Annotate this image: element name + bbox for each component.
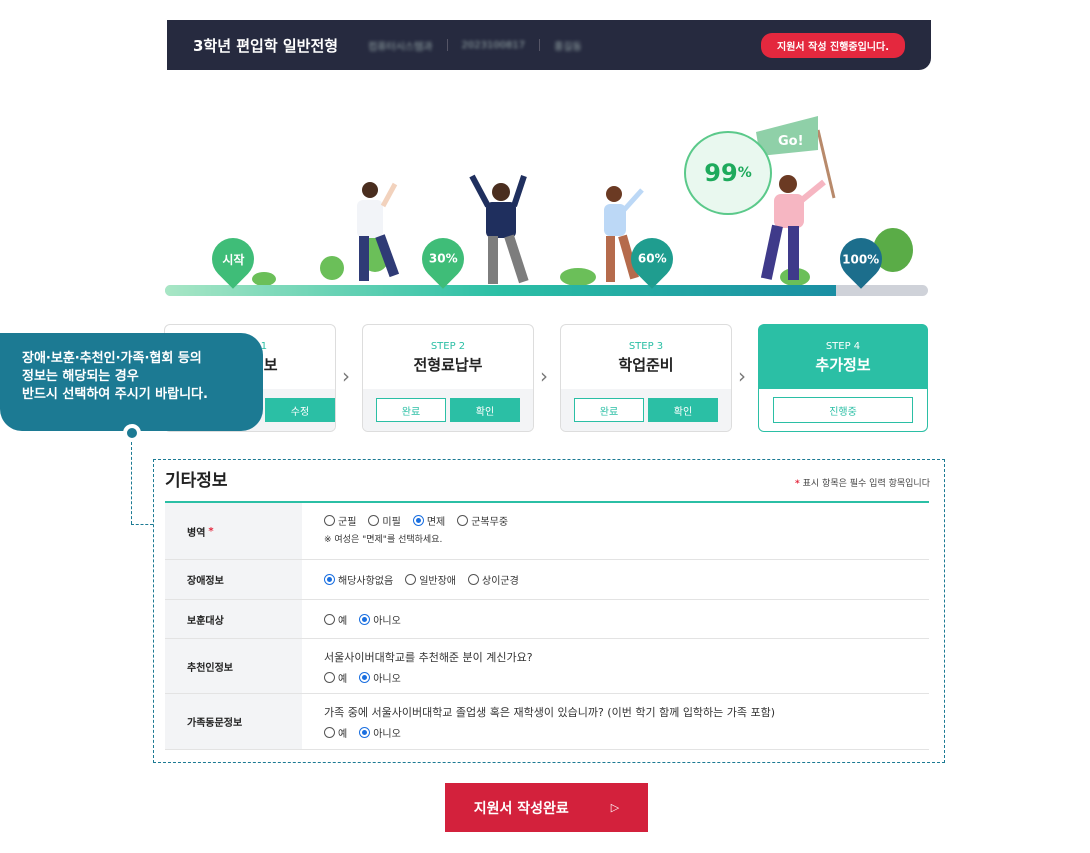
step-name: 추가정보 (815, 356, 871, 374)
required-note: * 표시 항목은 필수 입력 항목입니다 (795, 479, 930, 489)
radio-veteran-no[interactable]: 아니오 (359, 612, 401, 627)
student-figure (469, 174, 529, 284)
step-name: 전형료납부 (413, 356, 483, 374)
confirm-button[interactable]: 확인 (450, 398, 520, 422)
radio-disability-general[interactable]: 일반장애 (405, 572, 456, 587)
meta-department: 컴퓨터시스템과 (368, 41, 433, 53)
play-icon: ▷ (610, 801, 620, 814)
tooltip-line: 반드시 선택하여 주시기 바랍니다. (22, 387, 208, 402)
step-label: STEP 4 (825, 341, 861, 352)
student-figure (357, 182, 400, 281)
complete-button[interactable]: 완료 (376, 398, 446, 422)
info-tooltip: 장애·보훈·추천인·가족·협회 등의 정보는 해당되는 경우 반드시 선택하여 … (0, 333, 263, 431)
radio-veteran-yes[interactable]: 예 (324, 612, 347, 627)
tooltip-line: 정보는 해당되는 경우 (22, 369, 139, 384)
bush (252, 272, 276, 286)
form-row-disability: 장애정보 해당사항없음 일반장애 상이군경 (165, 560, 929, 600)
referrer-question: 서울사이버대학교를 추천해준 분이 계신가요? (324, 651, 533, 664)
marker-30: 30% (413, 229, 473, 289)
chevron-right-icon: › (540, 364, 548, 388)
radio-disability-veteran[interactable]: 상이군경 (468, 572, 519, 587)
divider (446, 39, 448, 51)
radio-disability-none[interactable]: 해당사항없음 (324, 572, 393, 587)
military-options: 군필 미필 면제 군복무중 (324, 513, 508, 528)
bush (560, 268, 596, 286)
connector-line (131, 524, 153, 525)
top-banner: 3학년 편입학 일반전형 컴퓨터시스템과 2023100817 홍길동 지원서 … (167, 20, 931, 70)
percent-bubble: 99% (684, 131, 772, 215)
connector-line (131, 442, 132, 524)
tooltip-line: 장애·보훈·추천인·가족·협회 등의 (22, 351, 202, 366)
step-name: 학업준비 (618, 356, 674, 374)
connector-dot (123, 424, 141, 442)
radio-referrer-yes[interactable]: 예 (324, 670, 347, 685)
flag-text: Go! (778, 134, 804, 149)
radio-military-serving[interactable]: 군복무중 (457, 513, 508, 528)
meta-id: 2023100817 (461, 39, 526, 51)
extra-info-section: 기타정보 * 표시 항목은 필수 입력 항목입니다 병역 * 군필 미필 면제 군… (153, 459, 945, 763)
family-question: 가족 중에 서울사이버대학교 졸업생 혹은 재학생이 있습니까? (이번 학기 … (324, 706, 776, 719)
in-progress-button[interactable]: 진행중 (773, 397, 913, 423)
form-row-veteran: 보훈대상 예 아니오 (165, 600, 929, 639)
percent-value: 99 (704, 159, 738, 187)
confirm-button[interactable]: 확인 (648, 398, 718, 422)
chevron-right-icon: › (738, 364, 746, 388)
progress-track (165, 285, 928, 296)
radio-military-done[interactable]: 군필 (324, 513, 356, 528)
chevron-right-icon: › (342, 364, 350, 388)
percent-sign: % (737, 165, 752, 181)
meta-name: 홍길동 (554, 41, 582, 53)
row-label: 추천인정보 (165, 639, 302, 693)
row-label: 장애정보 (165, 560, 302, 599)
divider (539, 39, 541, 51)
form-row-referrer: 추천인정보 서울사이버대학교를 추천해준 분이 계신가요? 예 아니오 (165, 639, 929, 694)
edit-button[interactable]: 수정 (265, 398, 335, 422)
radio-referrer-no[interactable]: 아니오 (359, 670, 401, 685)
tree (320, 256, 344, 280)
page-title: 3학년 편입학 일반전형 (193, 36, 339, 55)
form-table: 병역 * 군필 미필 면제 군복무중 ※ 여성은 "면제"를 선택하세요. 장애정… (165, 501, 929, 750)
step-2-card: STEP 2 전형료납부 완료 확인 (362, 324, 534, 432)
radio-family-yes[interactable]: 예 (324, 725, 347, 740)
submit-label: 지원서 작성완료 (473, 800, 569, 817)
step-4-card: STEP 4 추가정보 진행중 (758, 324, 928, 432)
form-row-family: 가족동문정보 가족 중에 서울사이버대학교 졸업생 혹은 재학생이 있습니까? … (165, 694, 929, 750)
radio-military-not-done[interactable]: 미필 (368, 513, 401, 528)
progress-fill (165, 285, 837, 296)
row-label: 보훈대상 (165, 600, 302, 638)
step-label: STEP 3 (628, 341, 664, 352)
form-row-military: 병역 * 군필 미필 면제 군복무중 ※ 여성은 "면제"를 선택하세요. (165, 503, 929, 560)
complete-button[interactable]: 완료 (574, 398, 644, 422)
row-label: 병역 * (165, 503, 302, 559)
row-label: 가족동문정보 (165, 694, 302, 749)
step-3-card: STEP 3 학업준비 완료 확인 (560, 324, 732, 432)
step-label: STEP 2 (430, 341, 466, 352)
radio-military-exempt[interactable]: 면제 (412, 513, 445, 528)
submit-application-button[interactable]: 지원서 작성완료 ▷ (445, 783, 648, 832)
student-figure-with-flag: Go! (756, 116, 836, 280)
status-badge: 지원서 작성 진행중입니다. (761, 32, 905, 58)
section-title: 기타정보 (165, 471, 228, 491)
radio-family-no[interactable]: 아니오 (359, 725, 401, 740)
military-note: ※ 여성은 "면제"를 선택하세요. (324, 535, 443, 545)
